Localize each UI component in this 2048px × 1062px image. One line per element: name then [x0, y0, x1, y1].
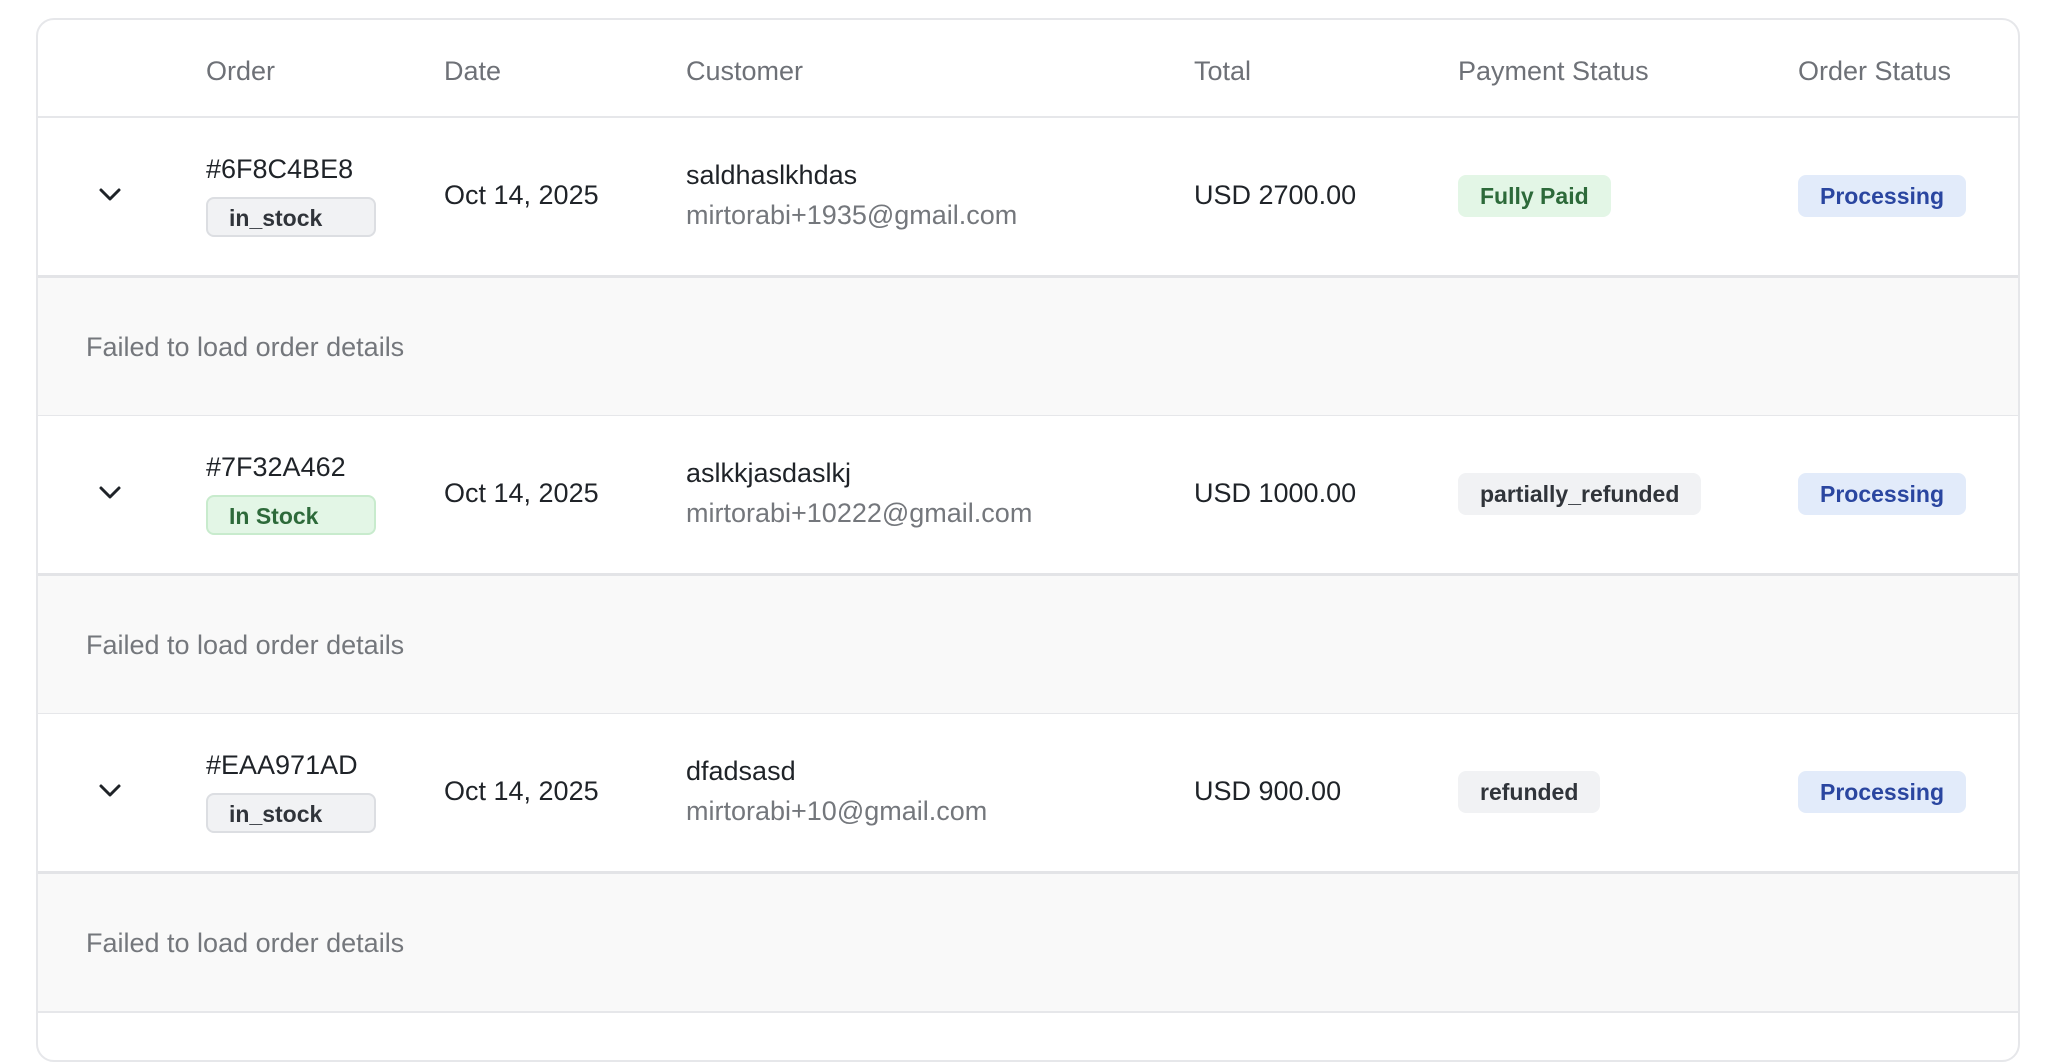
- customer-name: dfadsasd: [686, 756, 796, 786]
- payment-status-badge: refunded: [1458, 771, 1601, 813]
- payment-status-badge: partially_refunded: [1458, 473, 1702, 515]
- table-row[interactable]: #7F32A462 In Stock Oct 14, 2025 aslkkjas…: [38, 416, 2018, 576]
- table-row[interactable]: #EAA971AD in_stock Oct 14, 2025 dfadsasd…: [38, 714, 2018, 874]
- column-header-total[interactable]: Total: [1194, 54, 1251, 88]
- chevron-down-icon[interactable]: [92, 176, 128, 212]
- column-header-order-status[interactable]: Order Status: [1798, 54, 1951, 88]
- order-status-badge: Processing: [1798, 175, 1966, 217]
- order-date: Oct 14, 2025: [444, 478, 599, 508]
- stock-badge: in_stock: [206, 793, 376, 833]
- order-status-badge: Processing: [1798, 473, 1966, 515]
- order-total: USD 1000.00: [1194, 478, 1357, 508]
- order-details-panel: Failed to load order details: [38, 874, 2018, 1013]
- order-status-badge: Processing: [1798, 771, 1966, 813]
- customer-name: saldhaslkhdas: [686, 160, 858, 190]
- chevron-down-icon[interactable]: [92, 474, 128, 510]
- payment-status-badge: Fully Paid: [1458, 175, 1611, 217]
- orders-table: Order Date Customer Total Payment Status…: [36, 18, 2020, 1062]
- order-id[interactable]: #EAA971AD: [206, 748, 358, 782]
- order-details-panel: Failed to load order details: [38, 278, 2018, 417]
- table-row[interactable]: #6F8C4BE8 in_stock Oct 14, 2025 saldhasl…: [38, 118, 2018, 278]
- table-header: Order Date Customer Total Payment Status…: [38, 20, 2018, 118]
- error-message: Failed to load order details: [86, 332, 405, 362]
- customer-email: mirtorabi+10@gmail.com: [686, 796, 988, 826]
- order-id[interactable]: #6F8C4BE8: [206, 152, 353, 186]
- customer-name: aslkkjasdaslkj: [686, 458, 852, 488]
- error-message: Failed to load order details: [86, 928, 405, 958]
- customer-email: mirtorabi+1935@gmail.com: [686, 200, 1018, 230]
- column-header-order[interactable]: Order: [206, 54, 275, 88]
- column-header-customer[interactable]: Customer: [686, 54, 803, 88]
- column-header-date[interactable]: Date: [444, 54, 501, 88]
- stock-badge: In Stock: [206, 495, 376, 535]
- chevron-down-icon[interactable]: [92, 772, 128, 808]
- order-details-panel: Failed to load order details: [38, 576, 2018, 715]
- order-date: Oct 14, 2025: [444, 180, 599, 210]
- order-total: USD 900.00: [1194, 776, 1342, 806]
- order-total: USD 2700.00: [1194, 180, 1357, 210]
- column-header-payment-status[interactable]: Payment Status: [1458, 54, 1649, 88]
- customer-email: mirtorabi+10222@gmail.com: [686, 498, 1033, 528]
- error-message: Failed to load order details: [86, 630, 405, 660]
- order-id[interactable]: #7F32A462: [206, 450, 346, 484]
- stock-badge: in_stock: [206, 197, 376, 237]
- order-date: Oct 14, 2025: [444, 776, 599, 806]
